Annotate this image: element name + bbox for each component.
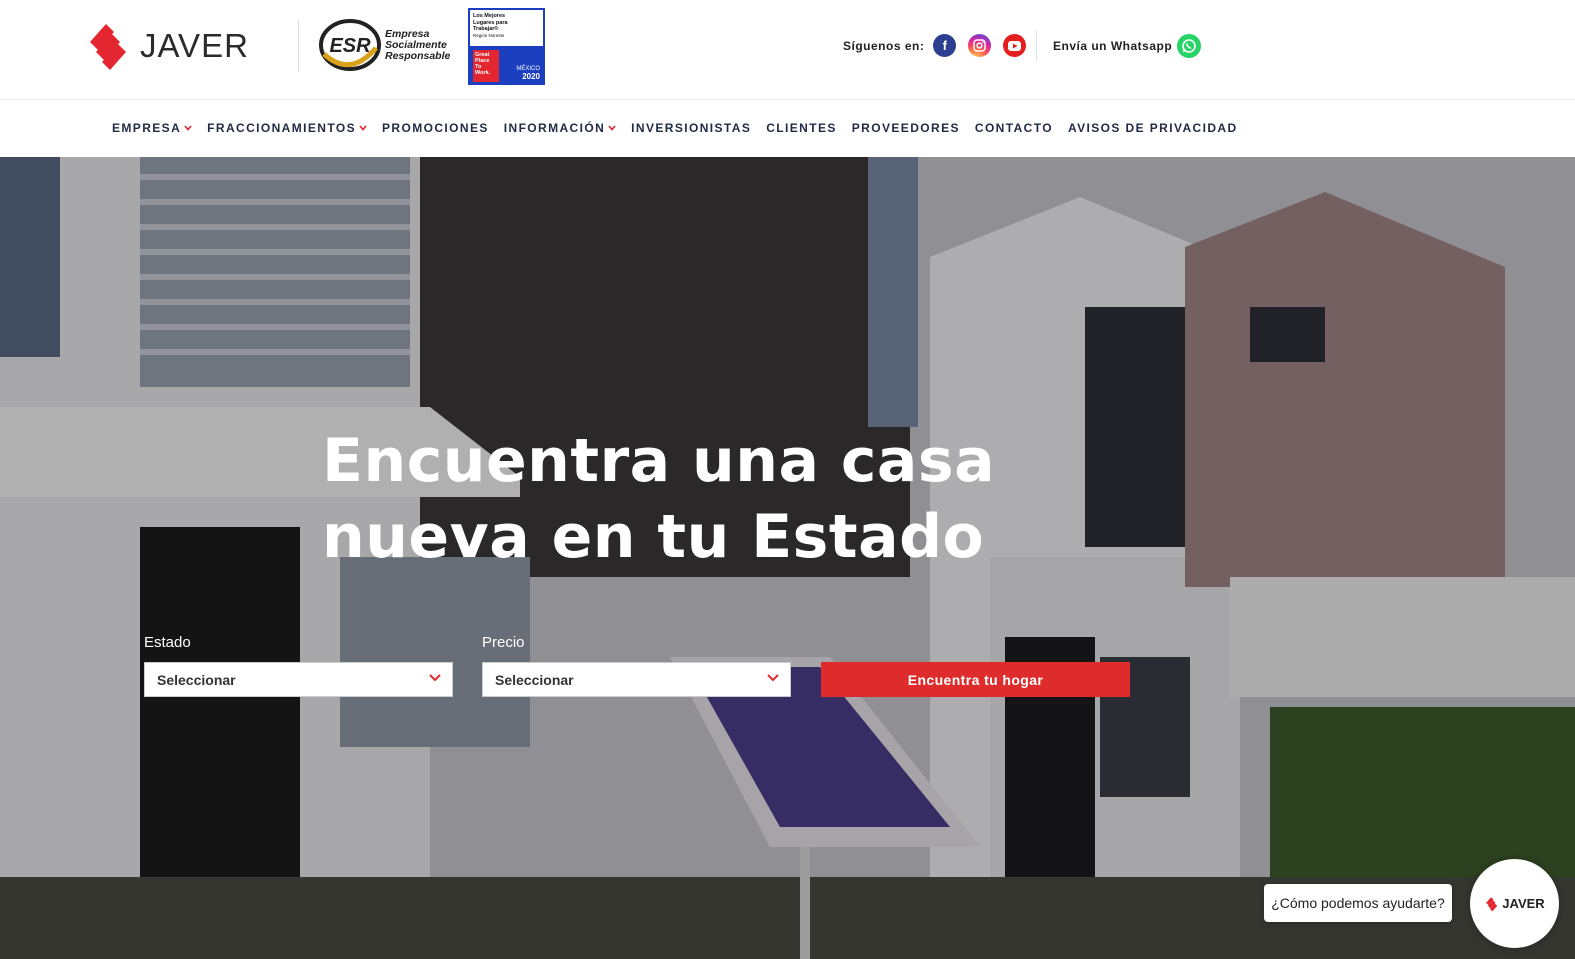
header-divider [298,20,299,72]
hero-headline: Encuentra una casa nueva en tu Estado [322,423,1022,575]
nav-item-label: EMPRESA [112,121,182,135]
chat-launcher[interactable]: JAVER [1470,859,1559,948]
nav-item-label: INVERSIONISTAS [631,121,752,135]
nav-item-fraccionamientos[interactable]: FRACCIONAMIENTOS [207,121,367,135]
gptw-red-block: Great Place To Work. [473,50,499,82]
chevron-down-icon [184,123,192,134]
top-header: JAVER ESR Empresa Socialmente Responsabl… [0,0,1575,100]
nav-item-promociones[interactable]: PROMOCIONES [382,121,489,135]
esr-badge-icon: ESR [319,19,381,71]
header-divider-2 [1036,30,1037,62]
instagram-icon[interactable] [968,34,992,57]
javer-logo-icon [1486,896,1498,911]
nav-list: EMPRESA FRACCIONAMIENTOS PROMOCIONES INFORM… [112,121,1253,135]
precio-select[interactable]: Seleccionar [482,662,791,697]
chevron-down-icon [359,123,367,134]
gptw-year-value: 2020 [522,72,540,81]
hero-section: Encuentra una casa nueva en tu Estado Es… [0,157,1575,959]
whatsapp-link[interactable]: Envía un Whatsapp [1053,34,1202,58]
esr-line-3: Responsable [385,49,451,62]
nav-item-label: CONTACTO [974,121,1053,135]
nav-item-label: INFORMACIÓN [503,121,606,135]
nav-item-proveedores[interactable]: PROVEEDORES [852,121,960,135]
nav-item-información[interactable]: INFORMACIÓN [504,121,616,135]
main-nav: EMPRESA FRACCIONAMIENTOS PROMOCIONES INFORM… [0,100,1575,157]
estado-label: Estado [144,634,191,651]
esr-badge-text: ESR [329,35,371,57]
gptw-year: MÉXICO 2020 [516,66,540,81]
esr-line-1: Empresa [385,27,430,40]
nav-item-label: PROMOCIONES [382,121,489,135]
estado-select-value: Seleccionar [157,671,236,688]
social-label: Síguenos en: [843,38,925,53]
precio-select-value: Seleccionar [495,671,574,688]
precio-label: Precio [482,634,525,651]
javer-logo-icon [90,24,126,70]
gptw-line-4: Región Noreste [473,32,505,38]
nav-item-inversionistas[interactable]: INVERSIONISTAS [631,121,751,135]
nav-item-contacto[interactable]: CONTACTO [975,121,1053,135]
nav-item-clientes[interactable]: CLIENTES [766,121,837,135]
social-links: Síguenos en: f [843,34,1038,57]
youtube-icon[interactable] [1003,34,1027,57]
javer-logo[interactable]: JAVER [84,20,249,72]
esr-line-2: Socialmente [385,38,447,51]
chevron-down-icon [767,674,779,682]
chevron-down-icon [429,674,441,682]
estado-select[interactable]: Seleccionar [144,662,453,697]
search-home-button[interactable]: Encuentra tu hogar [821,662,1130,697]
great-place-to-work-badge: Los Mejores Lugares para Trabajar® Regió… [468,8,545,85]
esr-logo: ESR Empresa Socialmente Responsable [318,18,450,72]
gptw-title: Los Mejores Lugares para Trabajar® Regió… [470,10,543,46]
chevron-down-icon [608,123,616,134]
nav-item-label: CLIENTES [766,121,837,135]
nav-item-avisos-de-privacidad[interactable]: AVISOS DE PRIVACIDAD [1068,121,1238,135]
esr-text: Empresa Socialmente Responsable [385,27,451,62]
whatsapp-label: Envía un Whatsapp [1053,39,1173,53]
chat-avatar-brand: JAVER [1502,896,1545,911]
chat-prompt-bubble[interactable]: ¿Cómo podemos ayudarte? [1264,884,1452,922]
facebook-icon[interactable]: f [933,34,957,57]
whatsapp-icon [1177,34,1202,58]
nav-item-label: PROVEEDORES [851,121,960,135]
nav-item-label: FRACCIONAMIENTOS [207,121,357,135]
headline-line-1: Encuentra una casa [322,426,996,496]
brand-name: JAVER [140,27,249,64]
headline-line-2: nueva en tu Estado [322,502,985,572]
nav-item-label: AVISOS DE PRIVACIDAD [1067,121,1238,135]
nav-item-empresa[interactable]: EMPRESA [112,121,192,135]
